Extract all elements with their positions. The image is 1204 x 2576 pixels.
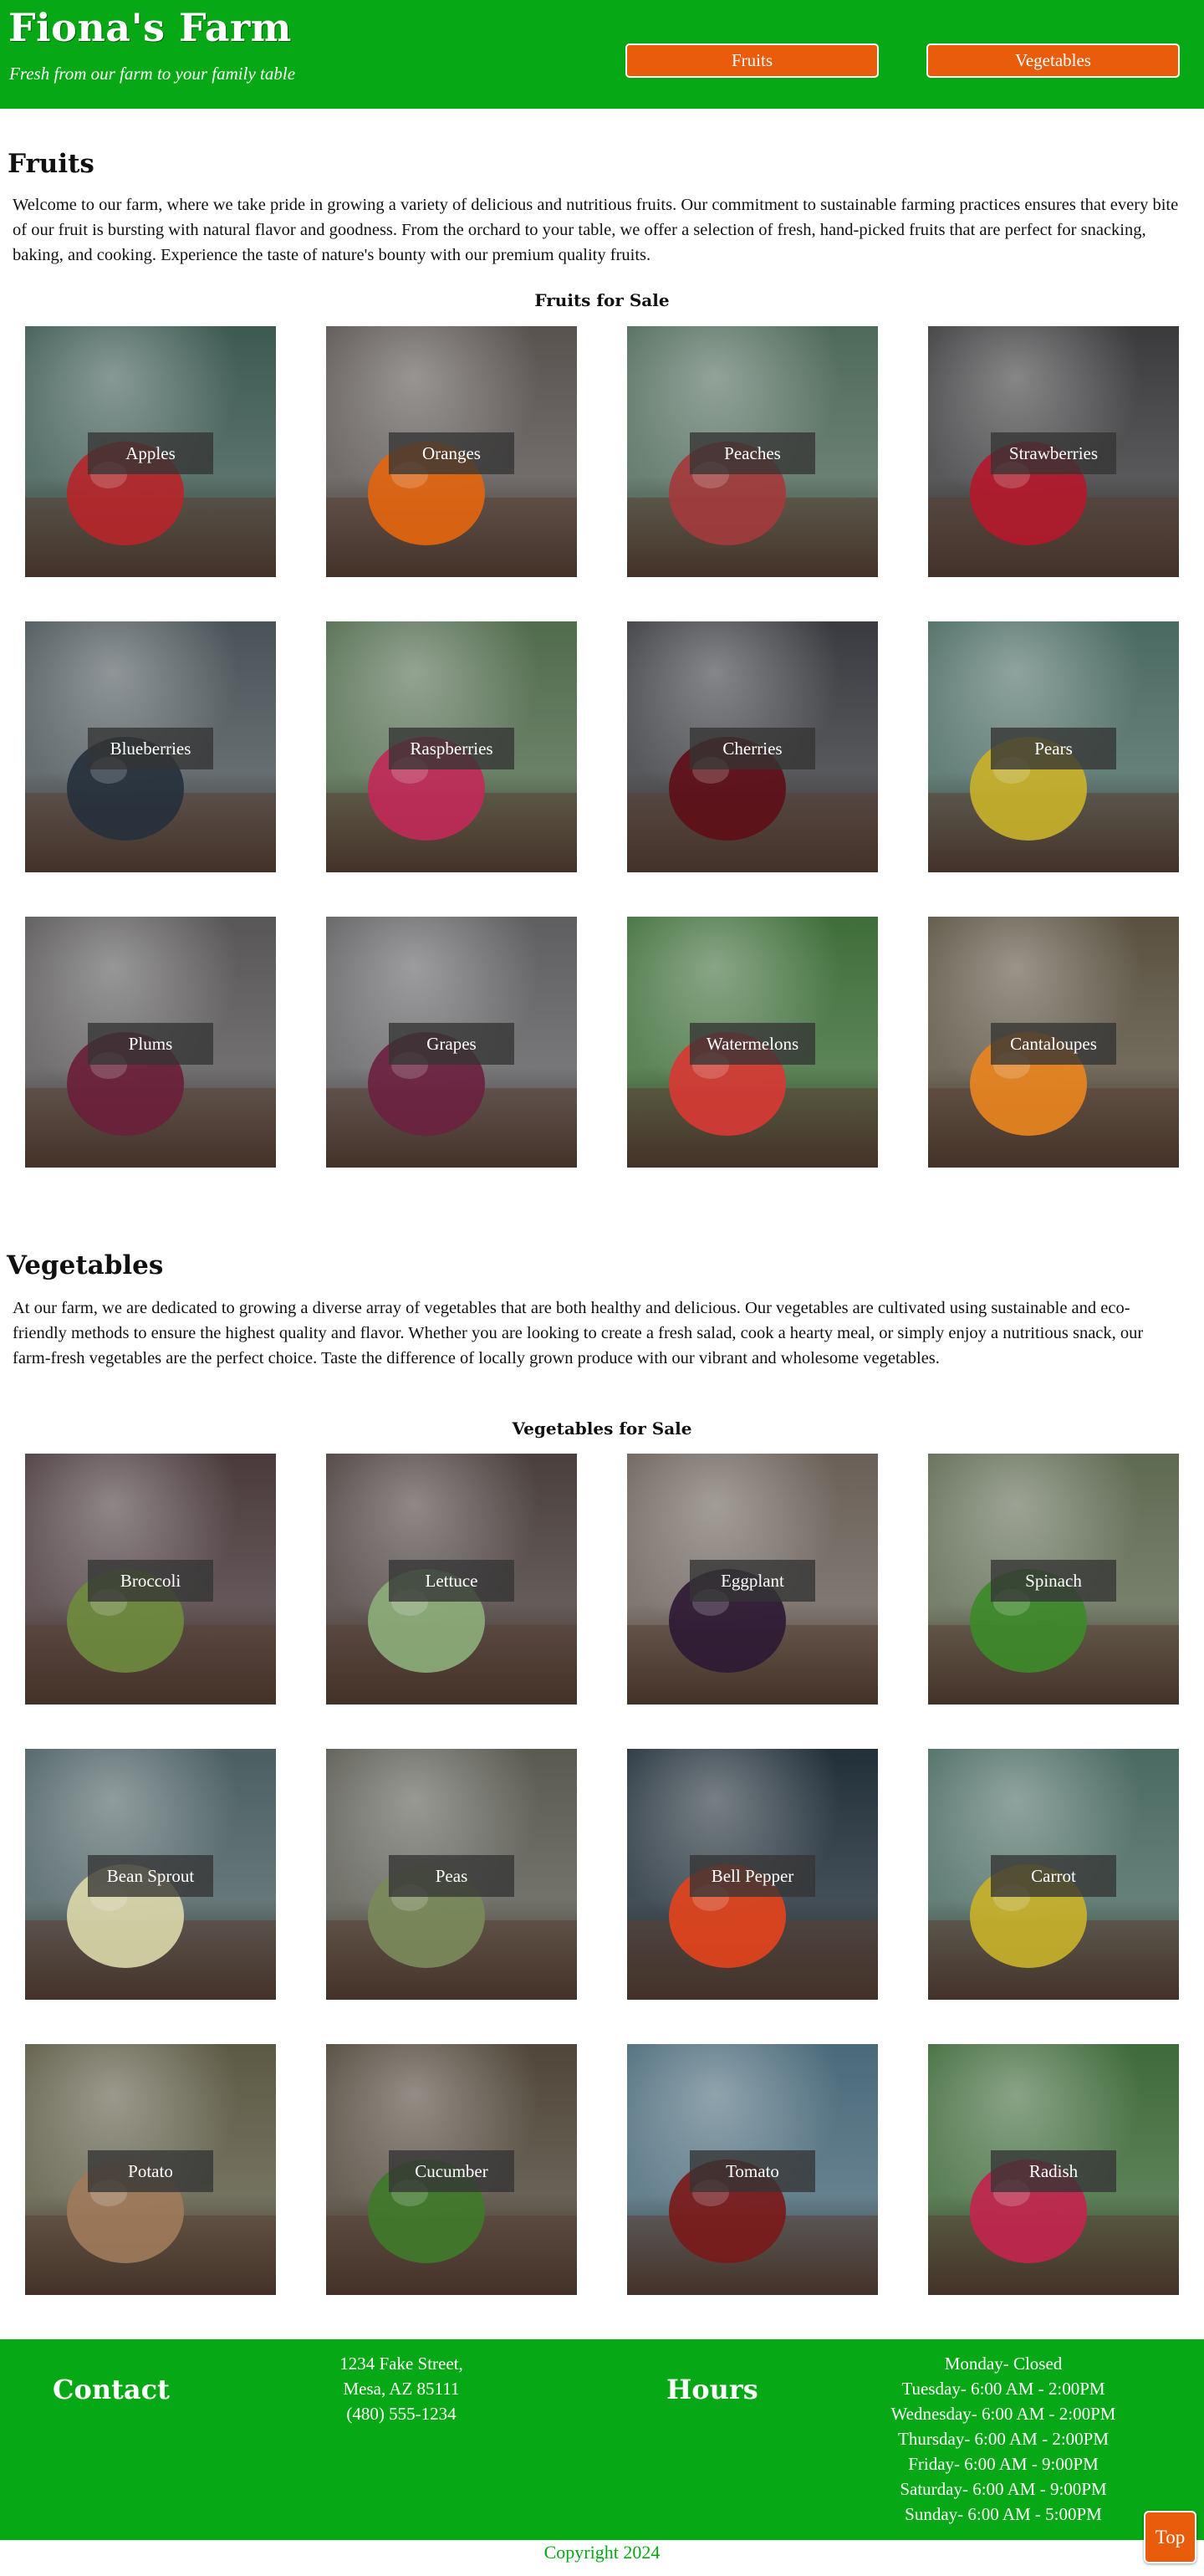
contact-heading: Contact (53, 2374, 170, 2405)
product-label: Cherries (690, 728, 815, 769)
nav-button-fruits[interactable]: Fruits (625, 43, 879, 78)
product-card[interactable]: Bell Pepper (627, 1749, 878, 2000)
nav-button-vegetables[interactable]: Vegetables (926, 43, 1180, 78)
product-card[interactable]: Oranges (326, 326, 577, 577)
site-header: Fiona's Farm Fresh from our farm to your… (0, 0, 1204, 109)
product-card[interactable]: Lettuce (326, 1454, 577, 1705)
product-label: Cucumber (389, 2150, 514, 2192)
hours-line: Thursday- 6:00 AM - 2:00PM (898, 2429, 1109, 2449)
copyright-text: Copyright 2024 (543, 2542, 661, 2563)
product-label: Oranges (389, 432, 514, 474)
product-label: Potato (88, 2150, 213, 2192)
product-card[interactable]: Grapes (326, 917, 577, 1168)
product-card[interactable]: Radish (928, 2044, 1179, 2295)
product-label: Radish (991, 2150, 1116, 2192)
product-card[interactable]: Eggplant (627, 1454, 878, 1705)
address-line: Mesa, AZ 85111 (343, 2379, 460, 2399)
product-label: Peaches (690, 432, 815, 474)
product-label: Watermelons (690, 1023, 815, 1065)
product-label: Raspberries (389, 728, 514, 769)
product-label: Strawberries (991, 432, 1116, 474)
product-label: Spinach (991, 1560, 1116, 1602)
vegetables-subheading: Vegetables for Sale (512, 1418, 692, 1439)
product-card[interactable]: Strawberries (928, 326, 1179, 577)
hours-line: Saturday- 6:00 AM - 9:00PM (900, 2479, 1107, 2499)
product-card[interactable]: Spinach (928, 1454, 1179, 1705)
product-card[interactable]: Cantaloupes (928, 917, 1179, 1168)
product-card[interactable]: Apples (25, 326, 276, 577)
site-title: Fiona's Farm (8, 5, 292, 50)
product-label: Bell Pepper (690, 1855, 815, 1897)
hours-line: Wednesday- 6:00 AM - 2:00PM (890, 2404, 1116, 2424)
product-card[interactable]: Peas (326, 1749, 577, 2000)
back-to-top-button[interactable]: Top (1144, 2511, 1196, 2563)
product-label: Lettuce (389, 1560, 514, 1602)
product-label: Peas (389, 1855, 514, 1897)
site-footer: Contact 1234 Fake Street, Mesa, AZ 85111… (0, 2339, 1204, 2540)
product-label: Plums (88, 1023, 213, 1065)
vegetables-intro: At our farm, we are dedicated to growing… (13, 1299, 1144, 1367)
product-card[interactable]: Blueberries (25, 621, 276, 872)
phone-number[interactable]: (480) 555-1234 (318, 2401, 485, 2426)
product-label: Eggplant (690, 1560, 815, 1602)
product-label: Carrot (991, 1855, 1116, 1897)
product-card[interactable]: Broccoli (25, 1454, 276, 1705)
fruits-heading: Fruits (8, 149, 94, 179)
product-label: Tomato (690, 2150, 815, 2192)
product-label: Blueberries (88, 728, 213, 769)
product-card[interactable]: Plums (25, 917, 276, 1168)
product-label: Pears (991, 728, 1116, 769)
hours-heading: Hours (666, 2374, 758, 2405)
product-card[interactable]: Watermelons (627, 917, 878, 1168)
hours-line: Friday- 6:00 AM - 9:00PM (908, 2454, 1099, 2474)
hours-line: Sunday- 6:00 AM - 5:00PM (905, 2504, 1102, 2524)
vegetables-heading: Vegetables (7, 1250, 164, 1280)
hours-line: Tuesday- 6:00 AM - 2:00PM (901, 2379, 1105, 2399)
product-label: Broccoli (88, 1560, 213, 1602)
product-label: Cantaloupes (991, 1023, 1116, 1065)
hours-list: Monday- Closed Tuesday- 6:00 AM - 2:00PM… (836, 2351, 1171, 2527)
product-card[interactable]: Pears (928, 621, 1179, 872)
contact-address: 1234 Fake Street, Mesa, AZ 85111 (480) 5… (318, 2351, 485, 2426)
fruits-subheading: Fruits for Sale (534, 290, 670, 310)
product-card[interactable]: Carrot (928, 1749, 1179, 2000)
product-card[interactable]: Peaches (627, 326, 878, 577)
fruits-intro: Welcome to our farm, where we take pride… (13, 196, 1179, 264)
product-card[interactable]: Cucumber (326, 2044, 577, 2295)
product-card[interactable]: Tomato (627, 2044, 878, 2295)
product-label: Grapes (389, 1023, 514, 1065)
product-card[interactable]: Cherries (627, 621, 878, 872)
address-line: 1234 Fake Street, (339, 2354, 463, 2374)
product-card[interactable]: Raspberries (326, 621, 577, 872)
product-label: Bean Sprout (88, 1855, 213, 1897)
product-card[interactable]: Potato (25, 2044, 276, 2295)
product-card[interactable]: Bean Sprout (25, 1749, 276, 2000)
hours-line: Monday- Closed (944, 2354, 1063, 2374)
site-tagline: Fresh from our farm to your family table (9, 64, 296, 84)
product-label: Apples (88, 432, 213, 474)
